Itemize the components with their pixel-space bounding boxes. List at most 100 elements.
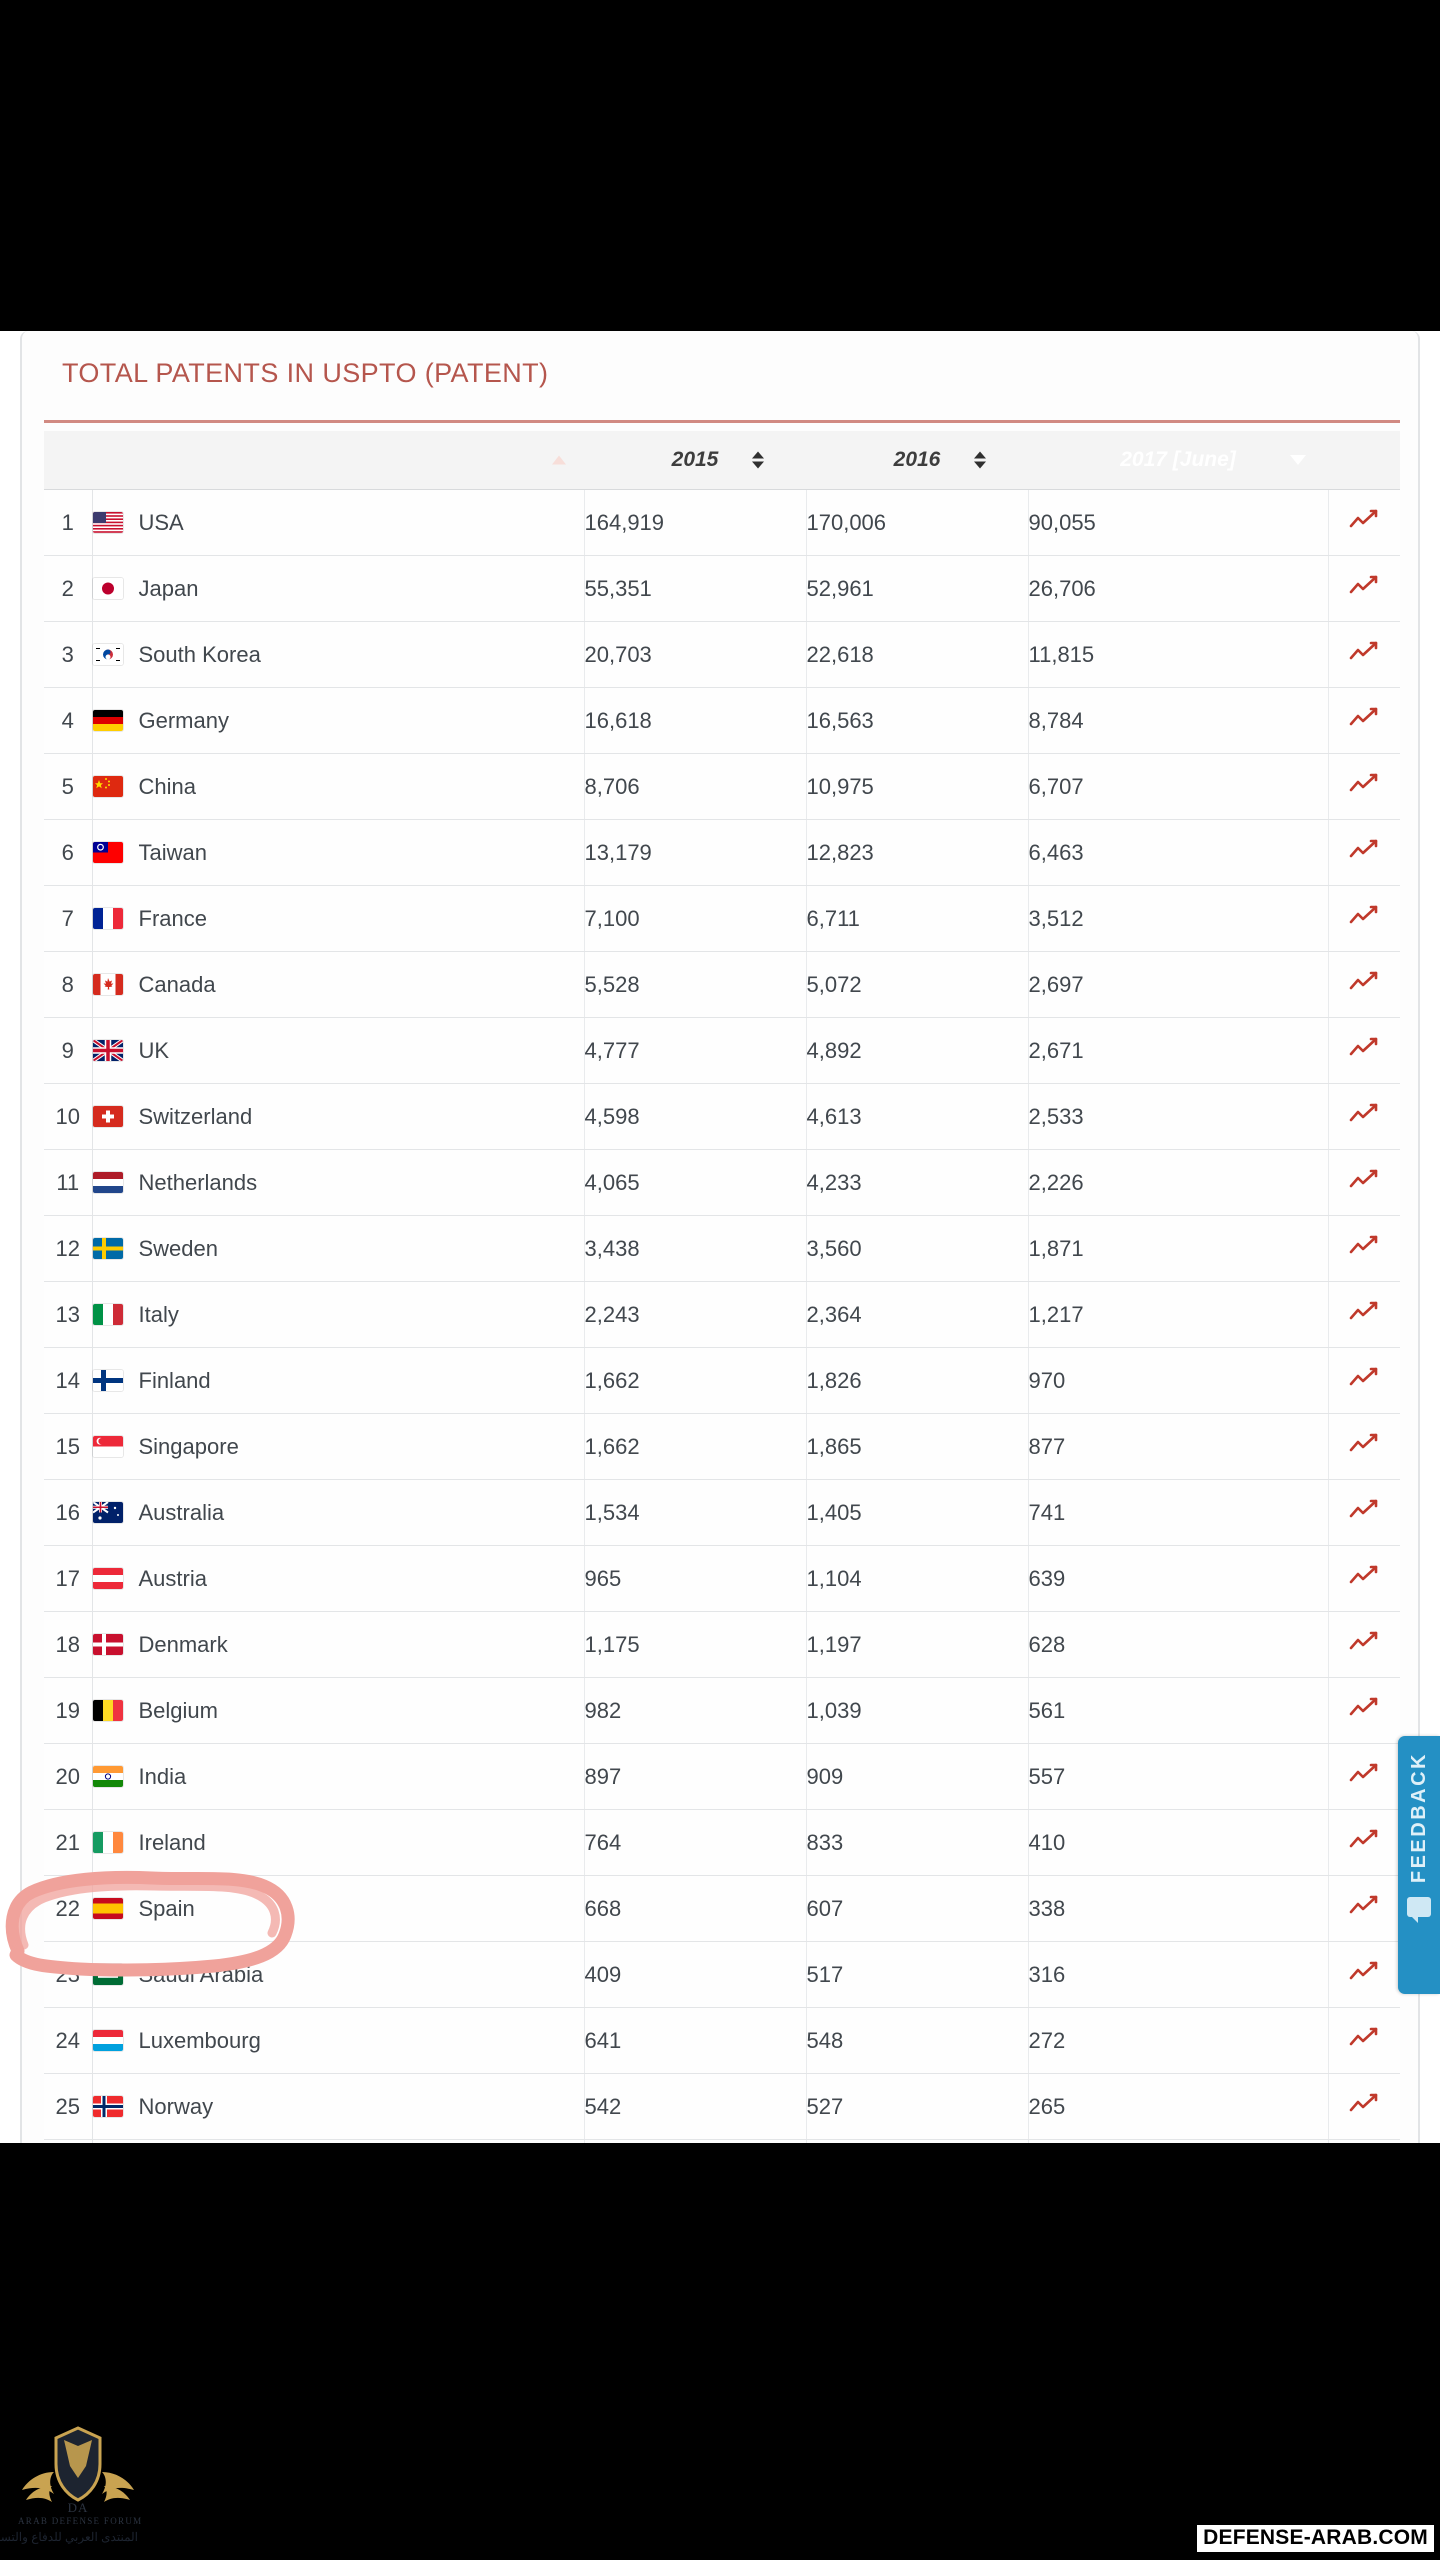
table-row[interactable]: 22 Spain 668 607 338 bbox=[44, 1875, 1400, 1942]
row-trend-chart-button[interactable] bbox=[1327, 1083, 1400, 1150]
table-row[interactable]: 8 Canada 5,528 5,072 2,697 bbox=[44, 951, 1400, 1018]
sort-toggle-icon-2015[interactable] bbox=[752, 451, 764, 469]
row-rank: 21 bbox=[44, 1809, 93, 1876]
row-trend-chart-button[interactable] bbox=[1327, 1215, 1400, 1282]
row-value-2015: 164,919 bbox=[584, 489, 807, 556]
table-row[interactable]: 20 India 897 909 557 bbox=[44, 1743, 1400, 1810]
row-value-2017: 11,815 bbox=[1028, 621, 1329, 688]
forum-logo-watermark: DA ARAB DEFENSE FORUM المنتدى العربي للد… bbox=[0, 2420, 141, 2548]
table-row[interactable]: 24 Luxembourg 641 548 272 bbox=[44, 2007, 1400, 2074]
row-country: Belgium bbox=[92, 1677, 585, 1744]
row-country-label: Italy bbox=[138, 1301, 179, 1327]
table-row[interactable]: 4 Germany 16,618 16,563 8,784 bbox=[44, 687, 1400, 754]
row-value-2016: 2,364 bbox=[806, 1281, 1029, 1348]
row-trend-chart-button[interactable] bbox=[1327, 1017, 1400, 1084]
row-trend-chart-button[interactable] bbox=[1327, 753, 1400, 820]
row-value-2016: 4,892 bbox=[806, 1017, 1029, 1084]
row-value-2016: 6,711 bbox=[806, 885, 1029, 952]
sort-descending-icon[interactable] bbox=[1290, 455, 1306, 465]
row-trend-chart-button[interactable] bbox=[1327, 1149, 1400, 1216]
row-trend-chart-button[interactable] bbox=[1327, 1743, 1400, 1810]
row-value-2017: 639 bbox=[1028, 1545, 1329, 1612]
table-row[interactable]: 6 Taiwan 13,179 12,823 6,463 bbox=[44, 819, 1400, 886]
row-value-2016: 4,613 bbox=[806, 1083, 1029, 1150]
row-value-2015: 13,179 bbox=[584, 819, 807, 886]
sort-toggle-icon-2016[interactable] bbox=[974, 451, 986, 469]
row-value-2017: 2,226 bbox=[1028, 1149, 1329, 1216]
table-row[interactable]: 26 New Zealand280274143 bbox=[44, 2139, 1400, 2143]
table-row[interactable]: 16 Australia 1,534 1,405 741 bbox=[44, 1479, 1400, 1546]
table-row[interactable]: 1 USA 164,919 170,006 90,055 bbox=[44, 489, 1400, 556]
row-rank: 25 bbox=[44, 2073, 93, 2140]
row-country-label: Norway bbox=[138, 2093, 214, 2119]
row-value-2015: 8,706 bbox=[584, 753, 807, 820]
row-value-2015: 3,438 bbox=[584, 1215, 807, 1282]
table-row[interactable]: 15 Singapore 1,662 1,865 877 bbox=[44, 1413, 1400, 1480]
row-trend-chart-button[interactable] bbox=[1327, 1677, 1400, 1744]
table-row[interactable]: 10 Switzerland 4,598 4,613 2,533 bbox=[44, 1083, 1400, 1150]
trend-line-icon bbox=[1349, 707, 1378, 725]
row-rank: 20 bbox=[44, 1743, 93, 1810]
row-country-label: Switzerland bbox=[138, 1103, 253, 1129]
column-header-2017[interactable]: 2017 [June] bbox=[1028, 431, 1328, 490]
table-row[interactable]: 3 South Korea 20,703 22,618 11,815 bbox=[44, 621, 1400, 688]
row-value-2017: 6,707 bbox=[1028, 753, 1329, 820]
table-row[interactable]: 5 China 8,706 10,975 6,707 bbox=[44, 753, 1400, 820]
row-trend-chart-button[interactable] bbox=[1327, 1545, 1400, 1612]
table-row[interactable]: 2 Japan 55,351 52,961 26,706 bbox=[44, 555, 1400, 622]
row-trend-chart-button[interactable] bbox=[1327, 951, 1400, 1018]
table-row[interactable]: 11 Netherlands 4,065 4,233 2,226 bbox=[44, 1149, 1400, 1216]
row-value-2017: 2,697 bbox=[1028, 951, 1329, 1018]
table-row[interactable]: 9 UK 4,777 4,892 2,671 bbox=[44, 1017, 1400, 1084]
table-row[interactable]: 25 Norway 542 527 265 bbox=[44, 2073, 1400, 2140]
row-trend-chart-button[interactable] bbox=[1327, 1941, 1400, 2008]
table-row[interactable]: 21 Ireland 764 833 410 bbox=[44, 1809, 1400, 1876]
row-trend-chart-button[interactable] bbox=[1327, 687, 1400, 754]
flag-icon bbox=[92, 842, 123, 863]
row-trend-chart-button[interactable] bbox=[1327, 621, 1400, 688]
trend-line-icon bbox=[1349, 1565, 1378, 1583]
flag-icon bbox=[92, 1238, 123, 1259]
row-trend-chart-button[interactable] bbox=[1327, 555, 1400, 622]
table-row[interactable]: 14 Finland 1,662 1,826 970 bbox=[44, 1347, 1400, 1414]
row-trend-chart-button[interactable] bbox=[1327, 2073, 1400, 2140]
row-value-2015: 1,534 bbox=[584, 1479, 807, 1546]
row-trend-chart-button[interactable] bbox=[1327, 1347, 1400, 1414]
row-value-2017: 338 bbox=[1028, 1875, 1329, 1942]
row-rank: 6 bbox=[44, 819, 93, 886]
row-value-2017: 741 bbox=[1028, 1479, 1329, 1546]
row-trend-chart-button[interactable] bbox=[1327, 489, 1400, 556]
sort-ascending-icon[interactable] bbox=[552, 455, 566, 465]
column-header-chart bbox=[1328, 431, 1400, 490]
table-row[interactable]: 12 Sweden 3,438 3,560 1,871 bbox=[44, 1215, 1400, 1282]
table-row[interactable]: 13 Italy 2,243 2,364 1,217 bbox=[44, 1281, 1400, 1348]
row-rank: 19 bbox=[44, 1677, 93, 1744]
row-trend-chart-button[interactable] bbox=[1327, 1281, 1400, 1348]
row-country: Australia bbox=[92, 1479, 585, 1546]
row-value-2017: 2,671 bbox=[1028, 1017, 1329, 1084]
table-row[interactable]: 7 France 7,100 6,711 3,512 bbox=[44, 885, 1400, 952]
table-row[interactable]: 18 Denmark 1,175 1,197 628 bbox=[44, 1611, 1400, 1678]
feedback-tab[interactable]: FEEDBACK bbox=[1398, 1736, 1440, 1994]
row-rank: 16 bbox=[44, 1479, 93, 1546]
column-header-2015[interactable]: 2015 bbox=[584, 431, 806, 490]
table-row[interactable]: 23 Saudi Arabia 409 517 316 bbox=[44, 1941, 1400, 2008]
row-value-2016: 527 bbox=[806, 2073, 1029, 2140]
row-country-label: Canada bbox=[138, 971, 216, 997]
column-header-country[interactable] bbox=[92, 431, 584, 490]
row-trend-chart-button[interactable] bbox=[1327, 1611, 1400, 1678]
row-trend-chart-button[interactable] bbox=[1327, 1479, 1400, 1546]
table-row[interactable]: 17 Austria 965 1,104 639 bbox=[44, 1545, 1400, 1612]
row-value-2016: 517 bbox=[806, 1941, 1029, 2008]
row-trend-chart-button[interactable] bbox=[1327, 885, 1400, 952]
row-trend-chart-button[interactable] bbox=[1327, 819, 1400, 886]
row-trend-chart-button[interactable] bbox=[1327, 1413, 1400, 1480]
row-trend-chart-button[interactable] bbox=[1327, 1875, 1400, 1942]
column-header-2016[interactable]: 2016 bbox=[806, 431, 1028, 490]
row-trend-chart-button[interactable] bbox=[1327, 1809, 1400, 1876]
row-trend-chart-button[interactable] bbox=[1327, 2139, 1400, 2143]
table-row[interactable]: 19 Belgium 982 1,039 561 bbox=[44, 1677, 1400, 1744]
flag-icon bbox=[92, 1502, 123, 1523]
row-rank: 1 bbox=[44, 489, 93, 556]
row-trend-chart-button[interactable] bbox=[1327, 2007, 1400, 2074]
